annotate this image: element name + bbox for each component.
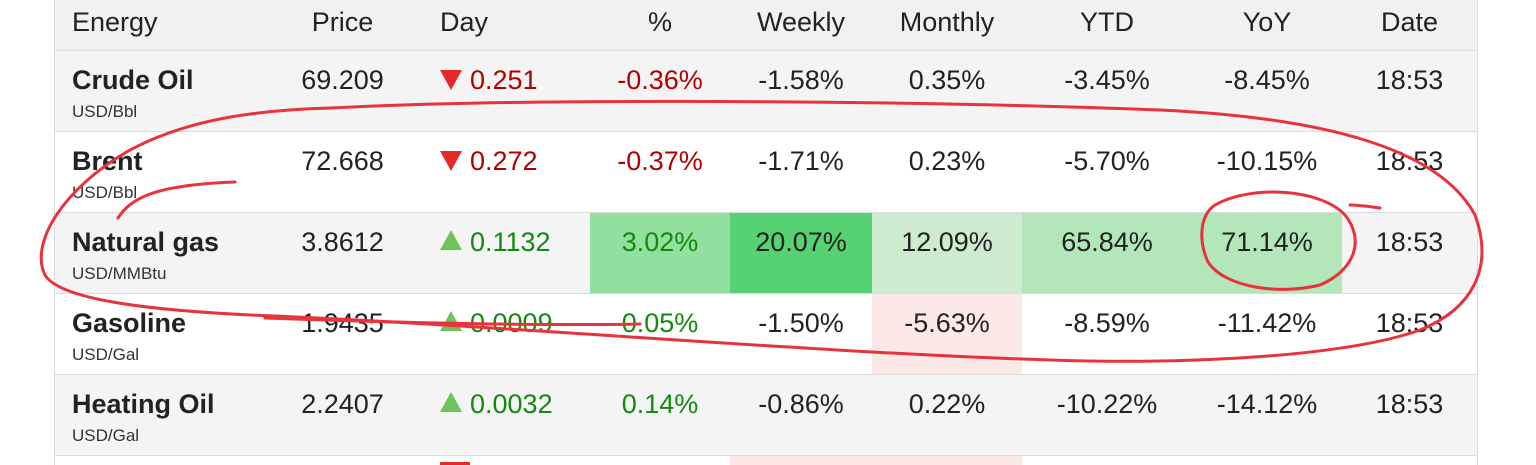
header-percent[interactable]: % [590, 0, 730, 51]
triangle-up-icon [440, 311, 462, 331]
cell-day: 0.251 [420, 50, 590, 132]
commodity-unit: USD/MMBtu [72, 264, 167, 283]
cell-yoy: -8.45% [1192, 50, 1342, 132]
cell-name[interactable]: Heating Oil USD/Gal [55, 374, 265, 456]
commodity-unit: USD/Bbl [72, 183, 138, 202]
cell-weekly: 20.07% [730, 212, 872, 294]
table-row-crude-oil[interactable]: Crude Oil USD/Bbl 69.209 0.251 -0.36% -1… [55, 50, 1477, 132]
cell-day: 0.0009 [420, 293, 590, 375]
cell-percent: 0.14% [590, 374, 730, 456]
cell-name[interactable]: Crude Oil USD/Bbl [55, 50, 265, 132]
cell-price: 3.8612 [265, 212, 420, 294]
cell-price: 1.9435 [265, 293, 420, 375]
table-header-row: Energy Price Day % Weekly Monthly YTD Yo… [55, 0, 1477, 51]
table-row-partial [55, 455, 1477, 465]
cell-monthly: -5.63% [872, 293, 1022, 375]
cell-monthly: 12.09% [872, 212, 1022, 294]
cell-date: 18:53 [1342, 374, 1477, 456]
cell-day: 0.272 [420, 131, 590, 213]
cell-ytd [1022, 456, 1192, 465]
header-energy[interactable]: Energy [55, 0, 265, 51]
cell-date: 18:53 [1342, 131, 1477, 213]
cell-name[interactable]: Gasoline USD/Gal [55, 293, 265, 375]
cell-monthly: 0.35% [872, 50, 1022, 132]
header-ytd[interactable]: YTD [1022, 0, 1192, 51]
commodity-name[interactable]: Brent [72, 145, 143, 177]
table-row-gasoline[interactable]: Gasoline USD/Gal 1.9435 0.0009 0.05% -1.… [55, 293, 1477, 375]
table-row-heating-oil[interactable]: Heating Oil USD/Gal 2.2407 0.0032 0.14% … [55, 374, 1477, 456]
cell-yoy: -14.12% [1192, 374, 1342, 456]
cell-date [1342, 456, 1477, 465]
header-weekly[interactable]: Weekly [730, 0, 872, 51]
cell-percent: -0.36% [590, 50, 730, 132]
cell-date: 18:53 [1342, 212, 1477, 294]
cell-day: 0.1132 [420, 212, 590, 294]
cell-ytd: -3.45% [1022, 50, 1192, 132]
cell-percent: -0.37% [590, 131, 730, 213]
cell-ytd: -10.22% [1022, 374, 1192, 456]
triangle-up-icon [440, 230, 462, 250]
table-row-natural-gas[interactable]: Natural gas USD/MMBtu 3.8612 0.1132 3.02… [55, 212, 1477, 294]
cell-date: 18:53 [1342, 293, 1477, 375]
energy-table: Energy Price Day % Weekly Monthly YTD Yo… [55, 0, 1477, 465]
cell-name[interactable]: Brent USD/Bbl [55, 131, 265, 213]
cell-percent: 0.05% [590, 293, 730, 375]
cell-ytd: -8.59% [1022, 293, 1192, 375]
cell-monthly [872, 455, 1022, 465]
cell-name[interactable]: Natural gas USD/MMBtu [55, 212, 265, 294]
cell-price: 72.668 [265, 131, 420, 213]
header-yoy[interactable]: YoY [1192, 0, 1342, 51]
cell-monthly: 0.22% [872, 374, 1022, 456]
cell-weekly [730, 455, 872, 465]
cell-yoy: 71.14% [1192, 212, 1342, 294]
cell-date: 18:53 [1342, 50, 1477, 132]
cell-weekly: -1.58% [730, 50, 872, 132]
cell-weekly: -1.50% [730, 293, 872, 375]
cell-price: 2.2407 [265, 374, 420, 456]
cell-day: 0.0032 [420, 374, 590, 456]
triangle-down-icon [440, 70, 462, 90]
header-monthly[interactable]: Monthly [872, 0, 1022, 51]
cell-ytd: 65.84% [1022, 212, 1192, 294]
header-price[interactable]: Price [265, 0, 420, 51]
cell-weekly: -0.86% [730, 374, 872, 456]
commodity-name[interactable]: Natural gas [72, 226, 219, 258]
header-date[interactable]: Date [1342, 0, 1477, 51]
triangle-down-icon [440, 151, 462, 171]
commodity-unit: USD/Bbl [72, 102, 138, 121]
cell-yoy: -10.15% [1192, 131, 1342, 213]
cell-yoy: -11.42% [1192, 293, 1342, 375]
cell-ytd: -5.70% [1022, 131, 1192, 213]
commodity-unit: USD/Gal [72, 345, 140, 364]
cell-percent: 3.02% [590, 212, 730, 294]
commodity-unit: USD/Gal [72, 426, 140, 445]
cell-price: 69.209 [265, 50, 420, 132]
commodity-name[interactable]: Heating Oil [72, 388, 215, 420]
cell-day [420, 456, 590, 465]
triangle-up-icon [440, 392, 462, 412]
cell-weekly: -1.71% [730, 131, 872, 213]
commodity-name[interactable]: Gasoline [72, 307, 186, 339]
cell-monthly: 0.23% [872, 131, 1022, 213]
cell-percent [590, 456, 730, 465]
header-day[interactable]: Day [420, 0, 590, 51]
energy-table-container: Energy Price Day % Weekly Monthly YTD Yo… [54, 0, 1478, 465]
cell-name [55, 456, 265, 465]
cell-yoy [1192, 456, 1342, 465]
cell-price [265, 456, 420, 465]
table-row-brent[interactable]: Brent USD/Bbl 72.668 0.272 -0.37% -1.71%… [55, 131, 1477, 213]
commodity-name[interactable]: Crude Oil [72, 64, 194, 96]
